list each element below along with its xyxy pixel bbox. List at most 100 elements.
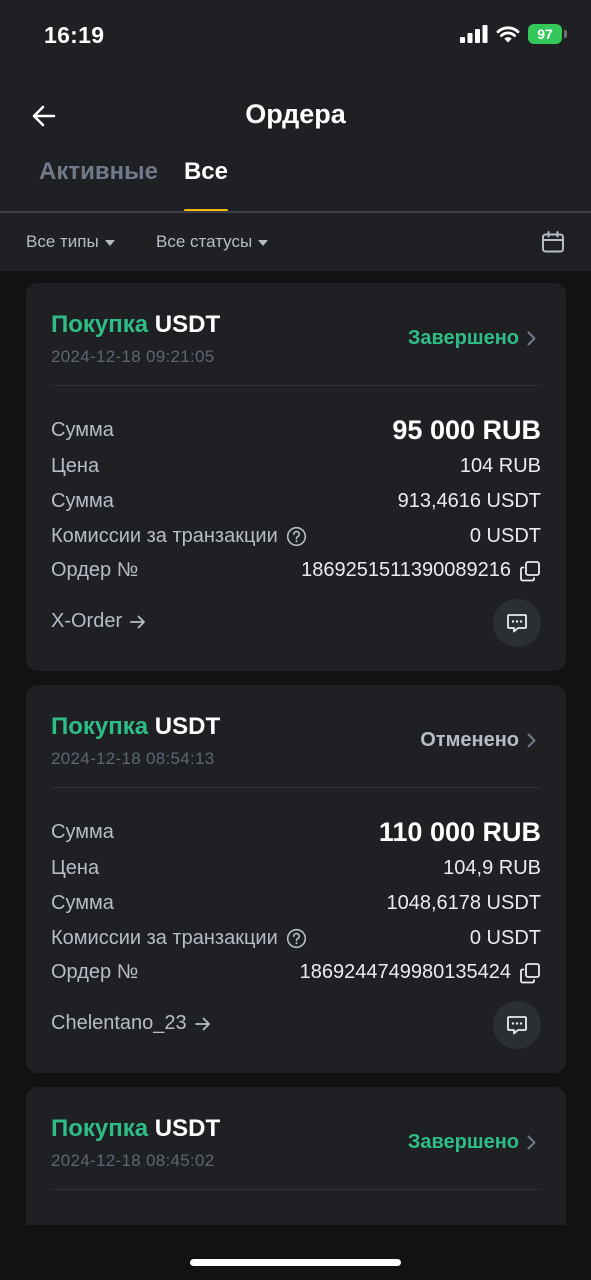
- fee-label: Комиссии за транзакции: [51, 525, 278, 547]
- fee-value: 0 USDT: [469, 525, 541, 547]
- fee-row: Комиссии за транзакции 0 USDT: [51, 927, 541, 950]
- amount-value: 110 000 RUB: [378, 817, 541, 847]
- quantity-label: Сумма: [51, 490, 114, 512]
- price-label: Цена: [51, 455, 100, 477]
- order-status-link[interactable]: Завершено: [408, 1131, 536, 1154]
- order-status: Завершено: [407, 327, 519, 349]
- header: Ордера Активные Все: [0, 72, 591, 212]
- filter-bar: Все типы Все статусы: [0, 213, 591, 271]
- order-card[interactable]: Покупка USDT 2024-12-18 08:54:13 Отменен…: [26, 685, 566, 1073]
- tab-active[interactable]: Активные: [39, 158, 158, 212]
- chevron-right-icon: [527, 331, 536, 346]
- quantity-value: 1048,6178 USDT: [386, 892, 541, 914]
- amount-label: Сумма: [51, 821, 114, 843]
- chat-button[interactable]: [493, 1001, 541, 1049]
- divider: [51, 787, 541, 788]
- order-status: Отменено: [420, 729, 519, 751]
- home-indicator[interactable]: [190, 1259, 401, 1266]
- quantity-label: Сумма: [51, 892, 114, 914]
- order-header: Покупка USDT 2024-12-18 08:45:02: [51, 1115, 220, 1171]
- filter-types-dropdown[interactable]: Все типы: [26, 232, 115, 252]
- divider: [51, 1189, 541, 1190]
- tab-bar: Активные Все: [39, 158, 229, 212]
- order-date: 2024-12-18 08:54:13: [51, 749, 215, 768]
- order-date: 2024-12-18 09:21:05: [51, 347, 215, 366]
- order-header: Покупка USDT 2024-12-18 08:54:13: [51, 713, 220, 769]
- chat-icon: [507, 614, 527, 633]
- copy-icon[interactable]: [519, 962, 541, 984]
- status-time: 16:19: [44, 22, 105, 48]
- merchant-link[interactable]: Chelentano_23: [51, 1012, 211, 1035]
- merchant-name: Chelentano_23: [51, 1012, 187, 1034]
- order-card[interactable]: Покупка USDT 2024-12-18 08:45:02 Заверше…: [26, 1087, 566, 1225]
- help-circle-icon[interactable]: [286, 928, 307, 949]
- arrow-right-icon: [130, 615, 146, 628]
- amount-row: Сумма 95 000 RUB: [51, 415, 541, 446]
- order-date: 2024-12-18 08:45:02: [51, 1151, 215, 1170]
- status-bar: 16:19 97: [0, 0, 591, 72]
- price-row: Цена 104,9 RUB: [51, 857, 541, 880]
- order-side: Покупка: [51, 311, 149, 338]
- price-value: 104,9 RUB: [443, 857, 541, 879]
- orders-list[interactable]: Покупка USDT 2024-12-18 09:21:05 Заверше…: [0, 271, 591, 1225]
- order-card[interactable]: Покупка USDT 2024-12-18 09:21:05 Заверше…: [26, 283, 566, 671]
- status-icons: 97: [460, 24, 567, 44]
- price-row: Цена 104 RUB: [51, 455, 541, 478]
- order-asset: USDT: [154, 311, 221, 338]
- help-circle-icon[interactable]: [286, 526, 307, 547]
- order-title: Покупка USDT: [51, 311, 220, 339]
- bottom-safe-area: [0, 1225, 591, 1280]
- order-asset: USDT: [154, 713, 221, 740]
- battery-level: 97: [528, 24, 562, 44]
- caret-down-icon: [104, 240, 115, 246]
- fee-label: Комиссии за транзакции: [51, 927, 278, 949]
- caret-down-icon: [258, 240, 269, 246]
- order-title: Покупка USDT: [51, 713, 220, 741]
- fee-label-group: Комиссии за транзакции: [51, 525, 307, 548]
- tab-all[interactable]: Все: [183, 158, 229, 212]
- filter-statuses-label: Все статусы: [156, 232, 253, 251]
- fee-row: Комиссии за транзакции 0 USDT: [51, 525, 541, 548]
- calendar-icon: [542, 231, 564, 253]
- order-status: Завершено: [407, 1131, 519, 1153]
- quantity-value: 913,4616 USDT: [397, 490, 541, 512]
- divider: [51, 385, 541, 386]
- quantity-row: Сумма 1048,6178 USDT: [51, 892, 541, 915]
- cellular-signal-icon: [460, 25, 488, 43]
- battery-icon: 97: [528, 24, 567, 44]
- price-value: 104 RUB: [459, 455, 541, 477]
- calendar-button[interactable]: [541, 231, 565, 258]
- quantity-row: Сумма 913,4616 USDT: [51, 490, 541, 513]
- amount-row: Сумма 110 000 RUB: [51, 817, 541, 848]
- order-status-link[interactable]: Завершено: [408, 327, 536, 350]
- amount-label: Сумма: [51, 419, 114, 441]
- filter-statuses-dropdown[interactable]: Все статусы: [156, 232, 269, 252]
- order-number-group: 1869244749980135424: [300, 961, 541, 984]
- amount-value: 95 000 RUB: [392, 415, 541, 445]
- order-side: Покупка: [51, 713, 149, 740]
- order-side: Покупка: [51, 1115, 149, 1142]
- order-number-value: 1869251511390089216: [301, 559, 511, 581]
- order-number-row: Ордер № 1869251511390089216: [51, 559, 541, 582]
- fee-value: 0 USDT: [469, 927, 541, 949]
- order-status-link[interactable]: Отменено: [420, 729, 536, 752]
- copy-icon[interactable]: [519, 560, 541, 582]
- chat-button[interactable]: [493, 599, 541, 647]
- wifi-icon: [496, 26, 520, 43]
- order-number-value: 1869244749980135424: [299, 961, 511, 983]
- order-asset: USDT: [154, 1115, 221, 1142]
- order-number-label: Ордер №: [51, 961, 139, 983]
- arrow-right-icon: [194, 1017, 210, 1030]
- order-number-group: 1869251511390089216: [301, 559, 541, 582]
- filter-types-label: Все типы: [26, 232, 99, 251]
- fee-label-group: Комиссии за транзакции: [51, 927, 307, 950]
- page-title: Ордера: [245, 99, 346, 129]
- order-number-row: Ордер № 1869244749980135424: [51, 961, 541, 984]
- order-title: Покупка USDT: [51, 1115, 220, 1143]
- price-label: Цена: [51, 857, 100, 879]
- chat-icon: [507, 1016, 527, 1035]
- order-number-label: Ордер №: [51, 559, 139, 581]
- order-header: Покупка USDT 2024-12-18 09:21:05: [51, 311, 220, 367]
- chevron-right-icon: [527, 733, 536, 748]
- merchant-link[interactable]: X-Order: [51, 610, 146, 633]
